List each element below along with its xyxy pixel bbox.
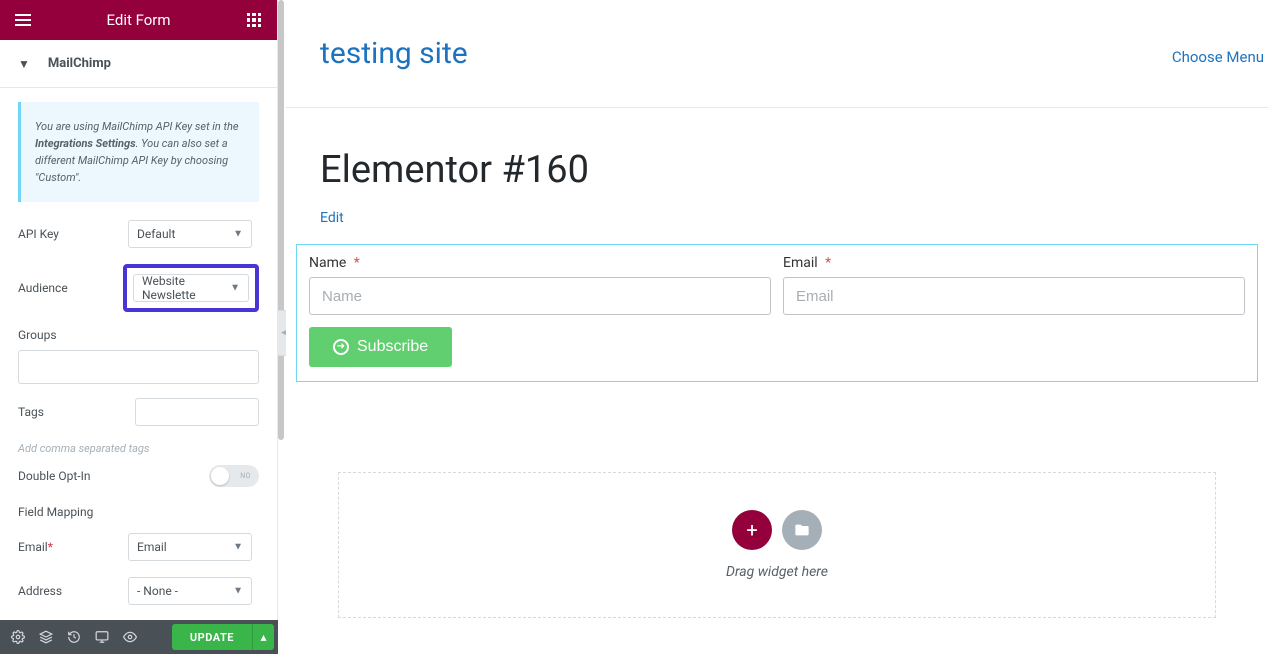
dropzone-buttons: + [732,510,822,550]
audience-highlight: Website Newslette ▼ [123,264,259,312]
chevron-down-icon: ▼ [230,283,240,294]
add-template-button[interactable] [782,510,822,550]
map-email-label: Email* [18,540,128,554]
arrow-right-circle-icon: ➜ [333,339,349,355]
update-button-label: UPDATE [190,631,234,644]
form-field-name: Name * [309,255,771,315]
editor-panel: Edit Form ▼ MailChimp You are using Mail… [0,0,278,654]
panel-scrollbar-thumb[interactable] [278,0,284,440]
panel-footer: UPDATE ▴ [0,620,278,654]
map-email-label-text: Email [18,540,48,554]
settings-icon[interactable] [4,620,32,654]
responsive-icon[interactable] [88,620,116,654]
info-text-pre: You are using MailChimp API Key set in t… [35,120,239,133]
name-label-text: Name [309,255,346,271]
navigator-icon[interactable] [32,620,60,654]
double-optin-switch[interactable]: NO [209,465,259,487]
required-mark: * [354,255,360,271]
name-input[interactable] [309,277,771,315]
email-label: Email * [783,255,1245,271]
email-input[interactable] [783,277,1245,315]
chevron-down-icon: ▼ [233,229,243,240]
update-button[interactable]: UPDATE [172,624,252,650]
chevron-down-icon: ▼ [233,542,243,553]
email-label-text: Email [783,255,818,271]
section-toggle-mailchimp[interactable]: ▼ MailChimp [0,40,277,88]
caret-down-icon: ▼ [18,57,30,71]
subscribe-button[interactable]: ➜ Subscribe [309,327,452,367]
control-tags: Tags [18,398,259,426]
tags-input[interactable] [135,398,259,426]
map-address-select[interactable]: - None - ▼ [128,577,252,605]
folder-icon [794,522,810,538]
preview-area: testing site Choose Menu Elementor #160 … [286,0,1268,654]
name-label: Name * [309,255,771,271]
tags-label: Tags [18,405,128,419]
panel-header: Edit Form [0,0,277,40]
update-options-button[interactable]: ▴ [252,624,274,650]
dropzone-text: Drag widget here [726,564,828,580]
form-field-email: Email * [783,255,1245,315]
section-title: MailChimp [48,56,111,71]
api-key-value: Default [137,227,175,241]
field-mapping-heading: Field Mapping [18,505,259,519]
history-icon[interactable] [60,620,88,654]
required-mark: * [48,540,53,554]
plus-icon: + [746,518,757,542]
map-email-select[interactable]: Email ▼ [128,533,252,561]
map-address-value: - None - [137,584,178,598]
control-map-email: Email* Email ▼ [18,533,259,561]
double-optin-label: Double Opt-In [18,469,90,483]
chevron-down-icon: ▼ [233,586,243,597]
audience-label: Audience [18,281,123,295]
required-mark: * [825,255,831,271]
control-audience: Audience Website Newslette ▼ [18,264,259,312]
form-row: Name * Email * [309,255,1245,315]
api-key-select[interactable]: Default ▼ [128,220,252,248]
form-widget[interactable]: Name * Email * ➜ Subscribe [296,244,1258,382]
switch-knob [211,467,229,485]
menu-icon[interactable] [12,9,34,31]
info-text-bold: Integrations Settings [35,137,136,150]
control-api-key: API Key Default ▼ [18,220,259,248]
edit-post-link[interactable]: Edit [320,210,344,226]
apps-icon[interactable] [243,9,265,31]
section-body: You are using MailChimp API Key set in t… [0,88,277,654]
panel-title: Edit Form [34,11,243,29]
tags-hint: Add comma separated tags [18,442,259,455]
switch-no-label: NO [240,472,251,480]
audience-select[interactable]: Website Newslette ▼ [133,274,249,302]
audience-value: Website Newslette [142,274,240,302]
add-section-dropzone[interactable]: + Drag widget here [338,472,1216,618]
map-address-label: Address [18,584,128,598]
subscribe-button-label: Subscribe [357,338,428,356]
groups-input[interactable] [18,350,259,384]
post-title: Elementor #160 [286,148,1268,192]
add-section-button[interactable]: + [732,510,772,550]
update-button-group: UPDATE ▴ [172,624,274,650]
choose-menu-link[interactable]: Choose Menu [1172,48,1264,66]
control-double-optin: Double Opt-In NO [18,465,259,487]
api-key-label: API Key [18,227,128,241]
preview-icon[interactable] [116,620,144,654]
caret-up-icon: ▴ [260,630,266,644]
site-title-link[interactable]: testing site [320,36,468,71]
info-box: You are using MailChimp API Key set in t… [18,102,259,202]
groups-label: Groups [18,328,259,342]
site-header: testing site Choose Menu [286,0,1268,108]
control-map-address: Address - None - ▼ [18,577,259,605]
map-email-value: Email [137,540,167,554]
control-groups: Groups [18,328,259,384]
